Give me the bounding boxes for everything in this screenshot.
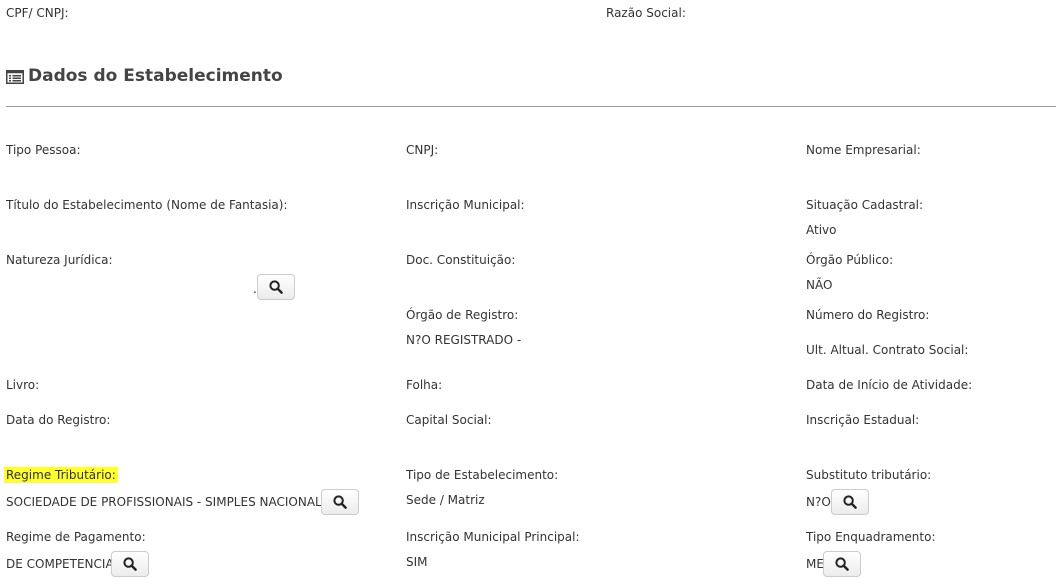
tipo-pessoa-label: Tipo Pessoa: — [6, 143, 81, 157]
data-inicio-atividade-label: Data de Início de Atividade: — [806, 378, 973, 392]
tipo-estabelecimento-value: Sede / Matriz — [406, 493, 485, 507]
inscricao-estadual-label: Inscrição Estadual: — [806, 413, 920, 427]
substituto-search-button[interactable] — [831, 489, 869, 515]
regime-tributario-search-button[interactable] — [321, 489, 359, 515]
doc-constituicao-label: Doc. Constituição: — [406, 253, 516, 267]
titulo-estabelecimento-label: Título do Estabelecimento (Nome de Fanta… — [6, 198, 288, 212]
orgao-publico-label: Órgão Público: — [806, 253, 894, 267]
regime-pagamento-value: DE COMPETENCIA — [6, 557, 114, 571]
tipo-enquadramento-label: Tipo Enquadramento: — [806, 530, 936, 544]
numero-registro-label: Número do Registro: — [806, 308, 930, 322]
search-icon — [843, 495, 857, 509]
search-icon — [333, 495, 347, 509]
natureza-search-button[interactable] — [257, 274, 295, 300]
section-title: Dados do Estabelecimento — [6, 66, 283, 86]
folha-label: Folha: — [406, 378, 443, 392]
regime-pagamento-search-button[interactable] — [111, 551, 149, 577]
data-registro-label: Data do Registro: — [6, 413, 111, 427]
list-alt-icon — [6, 69, 24, 84]
razao-social-label: Razão Social: — [606, 6, 686, 20]
capital-social-label: Capital Social: — [406, 413, 492, 427]
substituto-tributario-value: N?O — [806, 495, 831, 509]
tipo-enquadramento-value: ME — [806, 557, 824, 571]
regime-pagamento-label: Regime de Pagamento: — [6, 530, 146, 544]
substituto-tributario-label: Substituto tributário: — [806, 468, 932, 482]
situacao-cadastral-value: Ativo — [806, 223, 837, 237]
tipo-enquadramento-search-button[interactable] — [823, 551, 861, 577]
tipo-estabelecimento-label: Tipo de Estabelecimento: — [406, 468, 559, 482]
nome-empresarial-label: Nome Empresarial: — [806, 143, 921, 157]
inscricao-municipal-label: Inscrição Municipal: — [406, 198, 525, 212]
search-icon — [269, 280, 283, 294]
regime-tributario-highlight: Regime Tributário: — [4, 467, 118, 483]
regime-tributario-value: SOCIEDADE DE PROFISSIONAIS - SIMPLES NAC… — [6, 495, 322, 509]
inscricao-municipal-principal-value: SIM — [406, 555, 428, 569]
situacao-cadastral-label: Situação Cadastral: — [806, 198, 924, 212]
orgao-publico-value: NÃO — [806, 278, 833, 292]
section-divider — [6, 106, 1056, 107]
regime-tributario-label: Regime Tributário: — [4, 467, 118, 483]
orgao-registro-label: Órgão de Registro: — [406, 308, 519, 322]
search-icon — [123, 557, 137, 571]
natureza-juridica-label: Natureza Jurídica: — [6, 253, 113, 267]
livro-label: Livro: — [6, 378, 40, 392]
cpf-cnpj-label: CPF/ CNPJ: — [6, 6, 69, 20]
section-title-text: Dados do Estabelecimento — [28, 66, 283, 86]
search-icon — [835, 557, 849, 571]
cnpj-label: CNPJ: — [406, 143, 439, 157]
inscricao-municipal-principal-label: Inscrição Municipal Principal: — [406, 530, 580, 544]
orgao-registro-value: N?O REGISTRADO - — [406, 333, 522, 347]
ult-altual-contrato-label: Ult. Altual. Contrato Social: — [806, 343, 969, 357]
